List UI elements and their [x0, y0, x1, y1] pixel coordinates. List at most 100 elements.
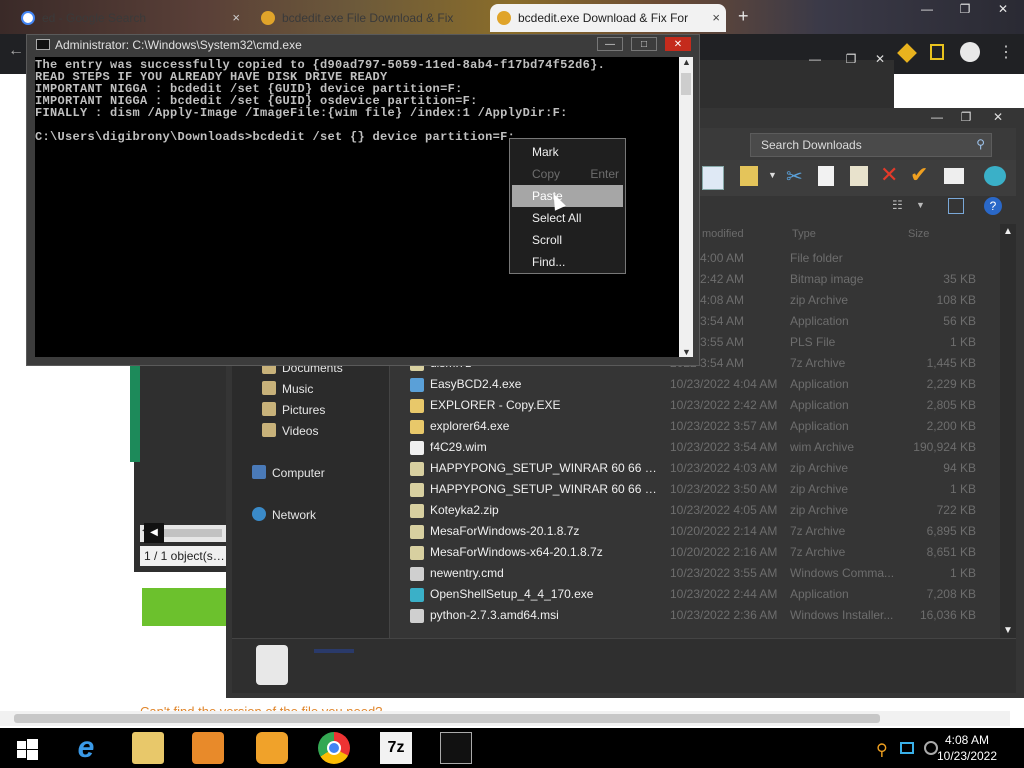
delete-icon[interactable]: ✕ — [880, 162, 898, 188]
file-row[interactable]: explorer64.exe 10/23/2022 3:57 AM Applicat… — [390, 416, 1000, 437]
bg-window-maximize-button[interactable]: ❐ — [836, 52, 866, 68]
file-date: 10/23/2022 4:04 AM — [670, 377, 778, 391]
file-type: 7z Archive — [790, 356, 846, 370]
folder-options-icon[interactable] — [740, 166, 758, 186]
search-tray-icon[interactable]: ⚲ — [876, 740, 888, 760]
reading-list-icon[interactable] — [930, 44, 944, 60]
paste-icon[interactable] — [850, 166, 868, 186]
file-type: Windows Installer... — [790, 608, 894, 622]
chrome-menu-icon[interactable]: ⋮ — [998, 42, 1014, 62]
cmd-scroll-up-icon[interactable]: ▲ — [682, 57, 691, 67]
bg-window-minimize-button[interactable]: — — [800, 52, 830, 68]
display-tray-icon[interactable] — [900, 742, 914, 754]
file-row[interactable]: Koteyka2.zip 10/23/2022 4:05 AM zip Archiv… — [390, 500, 1000, 521]
column-date-modified[interactable]: modified — [702, 228, 744, 240]
column-size[interactable]: Size — [908, 228, 929, 240]
file-size: 16,036 KB — [919, 608, 976, 622]
profile-avatar-icon[interactable] — [960, 42, 980, 62]
menu-item-scroll[interactable]: Scroll — [512, 229, 623, 251]
chrome-close-button[interactable]: ✕ — [990, 0, 1016, 18]
nav-videos[interactable]: Videos — [262, 423, 318, 438]
start-windows-icon[interactable] — [12, 732, 44, 764]
file-row[interactable]: HAPPYPONG_SETUP_WINRAR 60 66 60 0... 10/2… — [390, 458, 1000, 479]
file-size: 35 KB — [943, 272, 976, 286]
cmd-titlebar[interactable]: Administrator: C:\Windows\System32\cmd.e… — [27, 35, 699, 55]
bg-window-close-button[interactable]: ✕ — [870, 52, 890, 68]
file-date: 10/23/2022 3:57 AM — [670, 419, 778, 433]
internet-explorer-icon[interactable]: e — [70, 732, 102, 764]
file-row[interactable]: EXPLORER - Copy.EXE 10/23/2022 2:42 AM App… — [390, 395, 1000, 416]
view-icon[interactable] — [702, 166, 724, 190]
explorer-minimize-button[interactable]: — — [922, 110, 952, 126]
back-icon[interactable]: ← — [8, 42, 24, 60]
chrome-icon[interactable] — [318, 732, 350, 764]
music-icon — [262, 381, 276, 395]
cmd-maximize-button[interactable]: □ — [631, 37, 657, 51]
file-row[interactable]: HAPPYPONG_SETUP_WINRAR 60 66 60 0... 10/2… — [390, 479, 1000, 500]
tab-bcdedit-file-download[interactable]: bcdedit.exe File Download & Fix — [254, 4, 486, 32]
7zip-icon[interactable]: 7z — [380, 732, 412, 764]
tab-bcdedit-download-fix[interactable]: bcdedit.exe Download & Fix For × — [490, 4, 726, 32]
cmd-scroll-thumb[interactable] — [681, 73, 691, 95]
file-row[interactable]: f4C29.wim 10/23/2022 3:54 AM wim Archive 19… — [390, 437, 1000, 458]
dropdown-arrow-icon[interactable]: ▼ — [768, 170, 777, 180]
file-row[interactable]: EasyBCD2.4.exe 10/23/2022 4:04 AM Applicat… — [390, 374, 1000, 395]
file-row[interactable]: OpenShellSetup_4_4_170.exe 10/23/2022 2:4… — [390, 584, 1000, 605]
download-button[interactable] — [142, 588, 230, 626]
search-downloads-input[interactable]: Search Downloads ⚲ — [750, 133, 992, 157]
file-row[interactable]: MesaForWindows-x64-20.1.8.7z 10/20/2022 2… — [390, 542, 1000, 563]
explorer-maximize-button[interactable]: ❐ — [952, 110, 980, 126]
uc-browser-icon[interactable] — [256, 732, 288, 764]
search-placeholder: Search Downloads — [761, 138, 862, 152]
column-type[interactable]: Type — [792, 228, 816, 240]
explorer-close-button[interactable]: ✕ — [984, 110, 1012, 126]
network-globe-icon[interactable] — [984, 166, 1006, 186]
nav-pictures[interactable]: Pictures — [262, 402, 325, 417]
clock-date: 10/23/2022 — [936, 749, 998, 763]
cmd-close-button[interactable]: ✕ — [665, 37, 691, 51]
new-tab-button[interactable]: + — [738, 6, 749, 27]
close-tab-icon[interactable]: × — [232, 4, 240, 32]
close-tab-icon[interactable]: × — [712, 4, 720, 32]
menu-item-paste[interactable]: Paste — [512, 185, 623, 207]
chrome-restore-button[interactable]: ❐ — [952, 0, 978, 18]
nav-computer[interactable]: Computer — [252, 465, 325, 480]
copy-icon[interactable] — [818, 166, 834, 186]
file-icon — [410, 609, 424, 623]
file-list-scrollbar[interactable]: ▲ ▼ — [1000, 224, 1016, 638]
scroll-up-icon[interactable]: ▲ — [1003, 226, 1013, 237]
site-favicon-icon — [261, 11, 275, 25]
file-name: MesaForWindows-x64-20.1.8.7z — [430, 545, 603, 559]
cut-icon[interactable]: ✂ — [786, 164, 803, 189]
tab-google-search[interactable]: ed - Google Search × — [14, 4, 246, 32]
tab-label: bcdedit.exe Download & Fix For — [518, 11, 689, 25]
file-type: Application — [790, 587, 849, 601]
menu-item-mark[interactable]: Mark — [512, 141, 623, 163]
page-horizontal-scrollbar[interactable] — [0, 711, 1010, 726]
view-options-icon[interactable]: ☷ — [892, 198, 912, 214]
nav-network[interactable]: Network — [252, 507, 316, 522]
left-scroll-arrow-icon[interactable]: ◀ — [144, 523, 164, 543]
cmd-taskbar-icon[interactable] — [440, 732, 472, 764]
preview-pane-icon[interactable] — [948, 198, 964, 214]
system-clock[interactable]: 4:08 AM 10/23/2022 — [932, 732, 1002, 764]
file-row[interactable]: python-2.7.3.amd64.msi 10/23/2022 2:36 AM… — [390, 605, 1000, 626]
cmd-scroll-down-icon[interactable]: ▼ — [682, 347, 691, 357]
nav-music[interactable]: Music — [262, 381, 313, 396]
menu-item-find[interactable]: Find... — [512, 251, 623, 273]
scroll-down-icon[interactable]: ▼ — [1003, 625, 1013, 636]
file-size: 8,651 KB — [926, 545, 976, 559]
cmd-scrollbar[interactable]: ▲ ▼ — [679, 57, 693, 357]
properties-icon[interactable] — [944, 168, 964, 184]
chrome-minimize-button[interactable]: — — [914, 0, 940, 18]
help-icon[interactable]: ? — [984, 197, 1002, 215]
file-size: 6,895 KB — [926, 524, 976, 538]
file-explorer-icon[interactable] — [132, 732, 164, 764]
menu-item-select-all[interactable]: Select All — [512, 207, 623, 229]
cmd-minimize-button[interactable]: — — [597, 37, 623, 51]
view-dropdown-icon[interactable]: ▼ — [916, 200, 925, 210]
file-row[interactable]: newentry.cmd 10/23/2022 3:55 AM Windows Co… — [390, 563, 1000, 584]
file-row[interactable]: MesaForWindows-20.1.8.7z 10/20/2022 2:14 … — [390, 521, 1000, 542]
media-player-icon[interactable] — [192, 732, 224, 764]
checkmark-icon[interactable]: ✔ — [910, 162, 928, 188]
